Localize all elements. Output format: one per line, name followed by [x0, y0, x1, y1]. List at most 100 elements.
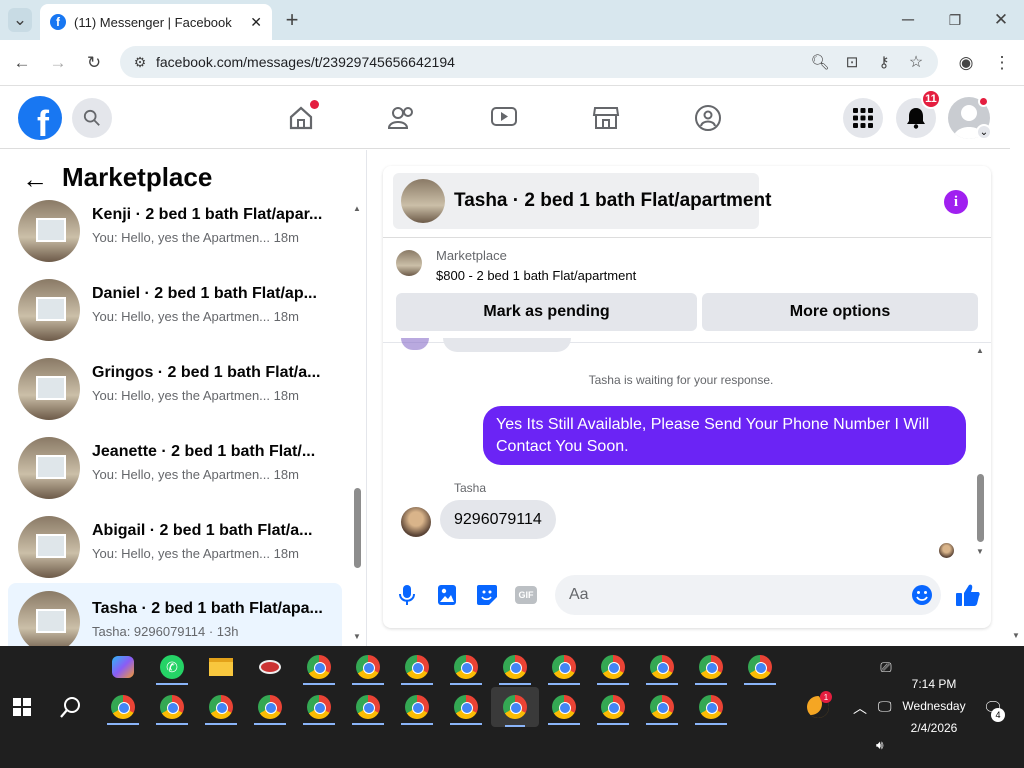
weather-moon-icon[interactable]: 1: [798, 689, 838, 725]
sticker-icon[interactable]: [476, 584, 498, 611]
conversation-item-tasha-selected[interactable]: Tasha · 2 bed 1 bath Flat/apa... Tasha: …: [8, 583, 342, 646]
profile-icon[interactable]: ◉: [954, 51, 978, 75]
chrome-profile-icon[interactable]: [250, 689, 290, 725]
conversation-name: Daniel · 2 bed 1 bath Flat/ap...: [92, 285, 317, 302]
sidebar-title: Marketplace: [62, 162, 213, 192]
friends-icon[interactable]: [386, 102, 418, 134]
chrome-profile-icon[interactable]: [299, 649, 339, 685]
chrome-profile-icon[interactable]: [201, 689, 241, 725]
volume-icon[interactable]: 🔊︎: [876, 738, 884, 753]
chrome-menu-icon[interactable]: ⋮: [990, 51, 1014, 75]
new-tab-icon[interactable]: +: [280, 7, 304, 32]
sender-avatar[interactable]: [401, 507, 431, 537]
facebook-favicon-icon: f: [50, 14, 66, 30]
chat-scroll-down-icon[interactable]: ▼: [976, 547, 984, 556]
conversation-avatar: [18, 358, 80, 420]
chrome-profile-icon[interactable]: [152, 689, 192, 725]
message-input[interactable]: Aa: [555, 575, 941, 615]
chrome-profile-icon[interactable]: [397, 649, 437, 685]
site-info-icon[interactable]: ⚙: [128, 50, 152, 74]
bookmark-star-icon[interactable]: ☆: [904, 50, 928, 74]
chrome-profile-icon[interactable]: [348, 689, 388, 725]
mark-as-pending-button[interactable]: Mark as pending: [396, 293, 697, 331]
network-icon[interactable]: 🖵︎: [878, 698, 892, 715]
clock-time[interactable]: 7:14 PM: [900, 677, 968, 691]
chrome-profile-icon[interactable]: [495, 649, 535, 685]
taskbar-search-icon[interactable]: [51, 689, 91, 725]
scroll-down-arrow-icon[interactable]: ▼: [353, 632, 361, 641]
facebook-logo-icon[interactable]: f: [18, 96, 62, 140]
show-hidden-icons-chevron-up-icon[interactable]: ︿: [853, 698, 867, 718]
scroll-up-arrow-icon[interactable]: ▲: [353, 204, 361, 213]
password-key-icon[interactable]: ⚷: [872, 50, 896, 74]
close-tab-icon[interactable]: ✕: [250, 14, 262, 31]
chat-header-title-box[interactable]: Tasha · 2 bed 1 bath Flat/apartment: [393, 173, 771, 229]
windows-start-icon[interactable]: [2, 689, 42, 725]
reload-icon[interactable]: ↻: [82, 51, 106, 75]
chrome-profile-icon[interactable]: [593, 649, 633, 685]
info-icon[interactable]: i: [944, 190, 968, 214]
chrome-profile-icon[interactable]: [348, 649, 388, 685]
conversation-avatar: [18, 279, 80, 341]
install-app-icon[interactable]: ⊡: [840, 50, 864, 74]
chat-scrollbar-thumb[interactable]: [977, 474, 984, 542]
search-icon[interactable]: [72, 98, 112, 138]
conversation-item-jeanette[interactable]: Jeanette · 2 bed 1 bath Flat/... You: He…: [8, 431, 342, 505]
whatsapp-icon[interactable]: ✆: [152, 649, 192, 685]
conversation-item-gringos[interactable]: Gringos · 2 bed 1 bath Flat/a... You: He…: [8, 352, 342, 426]
chrome-profile-icon[interactable]: [642, 649, 682, 685]
conversation-name: Tasha · 2 bed 1 bath Flat/apa...: [92, 600, 323, 617]
clock-day[interactable]: Wednesday: [896, 699, 972, 713]
thumbs-up-like-icon[interactable]: [955, 583, 981, 612]
chrome-profile-icon[interactable]: [397, 689, 437, 725]
copilot-icon[interactable]: [103, 649, 143, 685]
conversation-name: Jeanette · 2 bed 1 bath Flat/...: [92, 443, 316, 460]
chrome-profile-icon[interactable]: [446, 689, 486, 725]
emoji-icon[interactable]: [911, 584, 933, 611]
groups-icon[interactable]: [692, 102, 724, 134]
marketplace-icon[interactable]: [590, 102, 622, 134]
sidebar-scrollbar-thumb[interactable]: [354, 488, 361, 568]
chrome-profile-icon[interactable]: [642, 689, 682, 725]
my-message-bubble[interactable]: Yes Its Still Available, Please Send You…: [483, 406, 966, 465]
listing-title[interactable]: $800 - 2 bed 1 bath Flat/apartment: [436, 268, 636, 283]
back-arrow-icon[interactable]: ←: [22, 164, 48, 195]
photo-gallery-icon[interactable]: [437, 584, 457, 611]
zoom-icon[interactable]: 🔍︎: [808, 50, 832, 74]
chrome-profile-icon[interactable]: [446, 649, 486, 685]
message-input-placeholder: Aa: [569, 586, 589, 603]
chrome-profile-icon[interactable]: [593, 689, 633, 725]
home-icon[interactable]: [285, 100, 319, 134]
restore-icon[interactable]: ❐: [943, 8, 967, 32]
minimize-icon[interactable]: ─: [896, 8, 920, 32]
chrome-profile-icon[interactable]: [299, 689, 339, 725]
close-window-icon[interactable]: ✕: [989, 8, 1013, 32]
menu-grid-icon[interactable]: [843, 98, 883, 138]
gif-icon[interactable]: GIF: [515, 586, 537, 604]
microphone-icon[interactable]: [397, 583, 417, 612]
chrome-profile-icon[interactable]: [103, 689, 143, 725]
tab-messenger[interactable]: f (11) Messenger | Facebook ✕: [40, 4, 272, 40]
chrome-profile-icon[interactable]: [691, 649, 731, 685]
conversation-item-daniel[interactable]: Daniel · 2 bed 1 bath Flat/ap... You: He…: [8, 273, 342, 347]
account-chevron-down-icon[interactable]: ⌄: [976, 124, 992, 140]
watch-video-icon[interactable]: [488, 102, 520, 134]
more-options-button[interactable]: More options: [702, 293, 978, 331]
forward-icon[interactable]: →: [46, 51, 70, 75]
chrome-profile-icon[interactable]: [740, 649, 780, 685]
chrome-profile-icon[interactable]: [691, 689, 731, 725]
file-explorer-icon[interactable]: [201, 649, 241, 685]
back-icon[interactable]: ←: [10, 51, 34, 75]
url-field[interactable]: ⚙ facebook.com/messages/t/23929745656642…: [120, 46, 938, 78]
chrome-profile-icon-active[interactable]: [491, 687, 539, 727]
conversation-item-abigail[interactable]: Abigail · 2 bed 1 bath Flat/a... You: He…: [8, 510, 342, 584]
clock-date[interactable]: 2/4/2026: [900, 721, 968, 735]
conversation-item-kenji[interactable]: Kenji · 2 bed 1 bath Flat/apar... You: H…: [8, 194, 342, 268]
chrome-profile-icon[interactable]: [544, 649, 584, 685]
tab-list-icon[interactable]: ⌄: [8, 8, 32, 32]
page-scroll-down-icon[interactable]: ▼: [1012, 631, 1020, 640]
snipping-tool-icon[interactable]: [250, 649, 290, 685]
their-message-bubble[interactable]: 9296079114: [440, 500, 556, 539]
chat-scroll-up-icon[interactable]: ▲: [976, 346, 984, 355]
chrome-profile-icon[interactable]: [544, 689, 584, 725]
